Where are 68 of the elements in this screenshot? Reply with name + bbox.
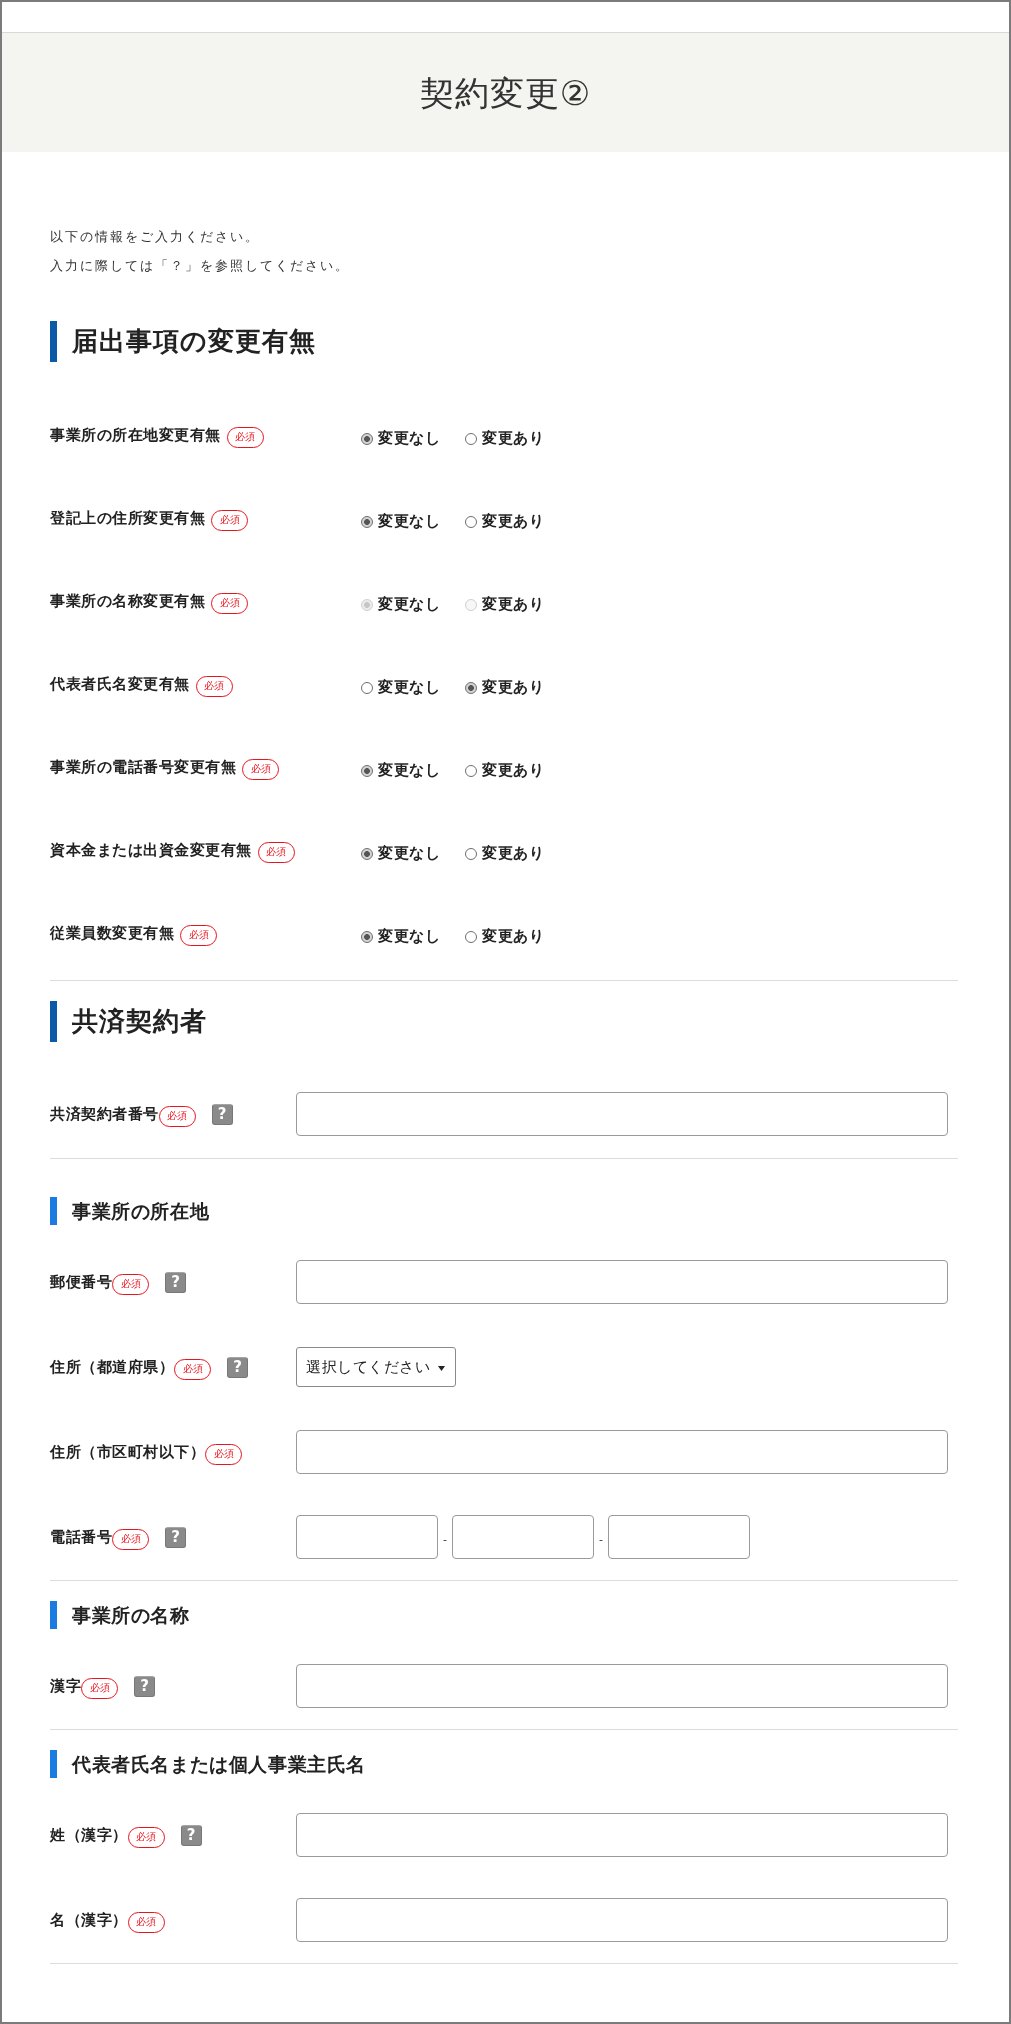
dash-separator: - — [598, 1532, 604, 1546]
field-label: 住所（市区町村以下） — [50, 1442, 205, 1462]
radio-button[interactable] — [465, 432, 477, 445]
input-field[interactable] — [296, 1260, 948, 1304]
radio-button[interactable] — [361, 847, 373, 860]
section-heading: 届出事項の変更有無 — [50, 321, 958, 362]
option-label: 変更なし — [378, 844, 440, 863]
radio-button[interactable] — [361, 930, 373, 943]
field-label: 姓（漢字） — [50, 1825, 128, 1845]
dash-separator: - — [442, 1532, 448, 1546]
radio-button[interactable] — [465, 930, 477, 943]
radio-button[interactable] — [465, 681, 477, 694]
option-label: 変更なし — [378, 678, 440, 697]
radio-button[interactable] — [465, 515, 477, 528]
caret-icon — [438, 1365, 445, 1371]
field-label: 電話番号 — [50, 1527, 112, 1547]
field-label: 従業員数変更有無 — [50, 924, 174, 943]
option-label: 変更なし — [378, 761, 440, 780]
option-label: 変更あり — [482, 595, 544, 614]
subsection-heading: 事業所の所在地 — [50, 1197, 958, 1225]
input-field[interactable] — [608, 1515, 750, 1559]
select-field[interactable]: 選択してください — [296, 1347, 456, 1387]
field-label: 代表者氏名変更有無 — [50, 675, 190, 694]
option-label: 変更あり — [482, 844, 544, 863]
field-label: 漢字 — [50, 1676, 81, 1696]
option-label: 変更あり — [482, 927, 544, 946]
field-label: 事業所の名称変更有無 — [50, 592, 205, 611]
intro-text: 入力に際しては「？」を参照してください。 — [50, 257, 351, 275]
field-label: 共済契約者番号 — [50, 1104, 159, 1124]
input-field[interactable] — [296, 1430, 948, 1474]
option-label: 変更あり — [482, 429, 544, 448]
subsection-heading: 代表者氏名または個人事業主氏名 — [50, 1750, 958, 1778]
field-label: 資本金または出資金変更有無 — [50, 841, 252, 860]
option-label: 変更あり — [482, 678, 544, 697]
radio-button[interactable] — [361, 764, 373, 777]
help-button[interactable]: ? — [180, 1824, 202, 1846]
field-label: 名（漢字） — [50, 1910, 128, 1930]
input-field[interactable] — [296, 1515, 438, 1559]
option-label: 変更なし — [378, 595, 440, 614]
help-button[interactable]: ? — [165, 1271, 186, 1293]
field-label: 郵便番号 — [50, 1272, 112, 1292]
input-field[interactable] — [296, 1898, 948, 1942]
option-label: 変更あり — [482, 512, 544, 531]
field-label: 事業所の所在地変更有無 — [50, 426, 221, 445]
input-field[interactable] — [296, 1813, 948, 1857]
option-label: 変更なし — [378, 927, 440, 946]
help-button[interactable]: ? — [211, 1103, 233, 1125]
help-button[interactable]: ? — [227, 1356, 248, 1378]
intro-text: 以下の情報をご入力ください。 — [50, 228, 261, 246]
page-title: 契約変更② — [419, 71, 592, 114]
option-label: 変更なし — [378, 512, 440, 531]
radio-button[interactable] — [465, 847, 477, 860]
section-heading: 共済契約者 — [50, 1001, 958, 1042]
radio-button[interactable] — [361, 432, 373, 445]
radio-button[interactable] — [361, 681, 373, 694]
help-button[interactable]: ? — [134, 1675, 155, 1697]
input-field[interactable] — [452, 1515, 594, 1559]
radio-button[interactable] — [465, 764, 477, 777]
input-field[interactable] — [296, 1092, 948, 1136]
field-label: 事業所の電話番号変更有無 — [50, 758, 236, 777]
radio-button[interactable] — [361, 515, 373, 528]
input-field[interactable] — [296, 1664, 948, 1708]
subsection-heading: 事業所の名称 — [50, 1601, 958, 1629]
field-label: 住所（都道府県） — [50, 1357, 174, 1377]
option-label: 変更あり — [482, 761, 544, 780]
field-label: 登記上の住所変更有無 — [50, 509, 205, 528]
help-button[interactable]: ? — [165, 1526, 186, 1548]
option-label: 変更なし — [378, 429, 440, 448]
